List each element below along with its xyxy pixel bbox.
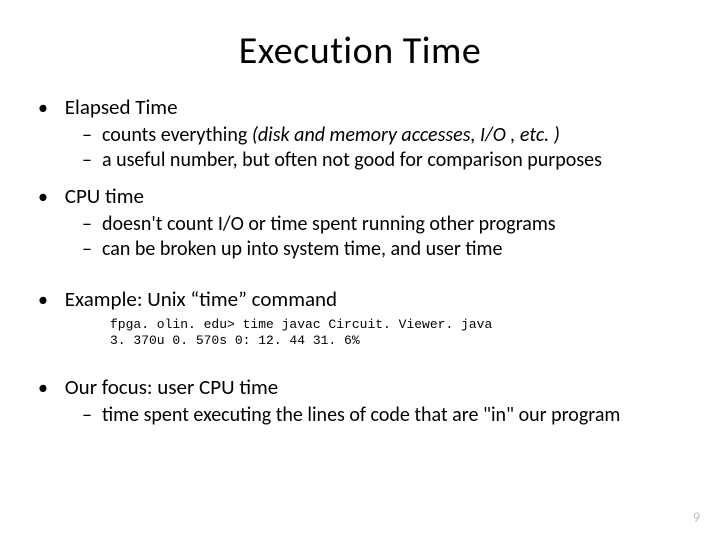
sub-list: doesn't count I/O or time spent running … (38, 212, 682, 262)
sub-item: counts everything (disk and memory acces… (82, 123, 682, 148)
bullet-label: Our focus: user CPU time (65, 374, 279, 400)
spacer (38, 350, 682, 364)
code-line: fpga. olin. edu> time javac Circuit. Vie… (110, 317, 492, 332)
bullet-elapsed-time: Elapsed Time counts everything (disk and… (38, 94, 682, 173)
slide: Execution Time Elapsed Time counts every… (0, 0, 720, 540)
code-block: fpga. olin. edu> time javac Circuit. Vie… (38, 317, 682, 350)
sub-text: time spent executing the lines of code t… (102, 403, 620, 427)
code-line: 3. 370u 0. 570s 0: 12. 44 31. 6% (110, 333, 360, 348)
sub-text: can be broken up into system time, and u… (102, 237, 502, 261)
bullet-label: CPU time (65, 183, 144, 209)
slide-title: Execution Time (0, 0, 720, 84)
sub-item: a useful number, but often not good for … (82, 148, 682, 173)
sub-list: counts everything (disk and memory acces… (38, 123, 682, 173)
slide-content: Elapsed Time counts everything (disk and… (0, 94, 720, 428)
sub-text: doesn't count I/O or time spent running … (102, 212, 556, 236)
bullet-our-focus: Our focus: user CPU time time spent exec… (38, 374, 682, 428)
sub-text: a useful number, but often not good for … (102, 148, 602, 172)
sub-text: counts everything (102, 123, 252, 147)
spacer (38, 262, 682, 276)
sub-item: can be broken up into system time, and u… (82, 237, 682, 262)
bullet-label: Elapsed Time (65, 94, 178, 120)
bullet-label: Example: Unix “time” command (65, 286, 337, 312)
bullet-example: Example: Unix “time” command fpga. olin.… (38, 286, 682, 350)
sub-text-italic: (disk and memory accesses, I/O , etc. ) (252, 123, 560, 147)
bullet-list: Elapsed Time counts everything (disk and… (38, 94, 682, 428)
sub-list: time spent executing the lines of code t… (38, 403, 682, 428)
sub-item: doesn't count I/O or time spent running … (82, 212, 682, 237)
page-number: 9 (693, 509, 700, 526)
bullet-cpu-time: CPU time doesn't count I/O or time spent… (38, 183, 682, 262)
sub-item: time spent executing the lines of code t… (82, 403, 682, 428)
